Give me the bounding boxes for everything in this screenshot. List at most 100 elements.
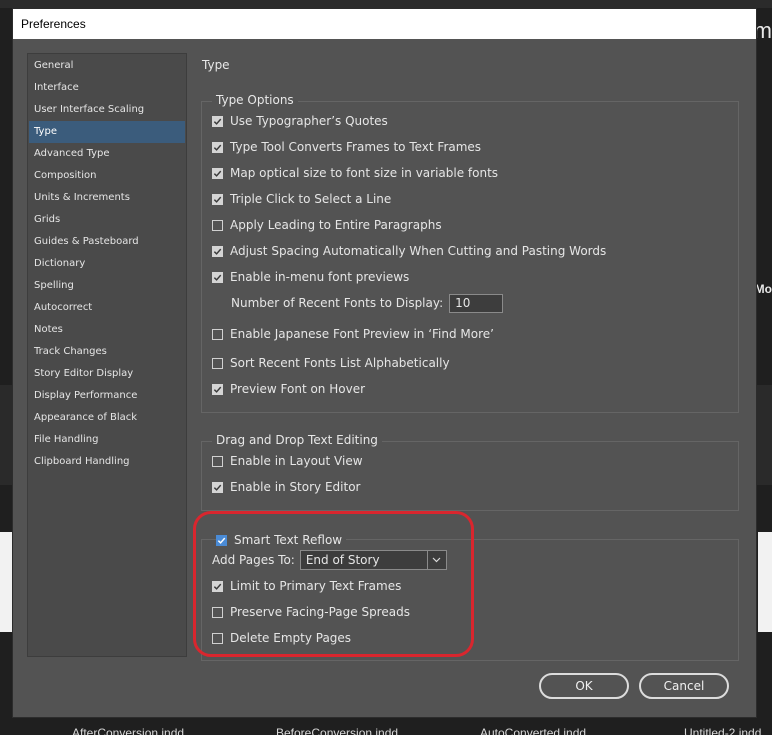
sidebar-item-autocorrect[interactable]: Autocorrect (29, 297, 185, 319)
checkbox-label: Limit to Primary Text Frames (230, 579, 402, 593)
sidebar-item-dictionary[interactable]: Dictionary (29, 253, 185, 275)
checkbox-label: Enable in Layout View (230, 454, 363, 468)
smart-reflow-group: Smart Text Reflow Add Pages To: End of S… (201, 530, 739, 661)
sidebar-item-type[interactable]: Type (29, 121, 185, 143)
sidebar-item-user-interface-scaling[interactable]: User Interface Scaling (29, 99, 185, 121)
sidebar-item-interface[interactable]: Interface (29, 77, 185, 99)
preferences-dialog: Preferences General Interface User Interfa… (12, 8, 757, 718)
checkbox-row[interactable]: Adjust Spacing Automatically When Cuttin… (212, 241, 606, 261)
file-tab[interactable]: AutoConverted.indd (480, 726, 586, 735)
recent-fonts-row: Number of Recent Fonts to Display: (231, 293, 504, 313)
checkbox-unchecked[interactable] (212, 606, 223, 618)
app-page-thumbnail-right (758, 532, 772, 632)
checkbox-label: Use Typographer’s Quotes (230, 114, 388, 128)
sidebar-item-track-changes[interactable]: Track Changes (29, 341, 185, 363)
checkbox-row[interactable]: Limit to Primary Text Frames (212, 576, 401, 596)
smart-reflow-label: Smart Text Reflow (234, 533, 343, 547)
checkbox-unchecked[interactable] (212, 455, 223, 467)
type-options-legend: Type Options (212, 93, 298, 107)
checkbox-row[interactable]: Delete Empty Pages (212, 628, 351, 648)
sidebar-item-composition[interactable]: Composition (29, 165, 185, 187)
chevron-down-icon[interactable] (426, 551, 446, 569)
checkbox-checked[interactable] (212, 193, 223, 205)
check-icon (213, 484, 222, 491)
drag-drop-group: Drag and Drop Text Editing Enable in Lay… (201, 433, 739, 511)
checkbox-row[interactable]: Triple Click to Select a Line (212, 189, 391, 209)
checkbox-row[interactable]: Type Tool Converts Frames to Text Frames (212, 137, 481, 157)
checkbox-unchecked[interactable] (212, 219, 223, 231)
checkbox-row[interactable]: Enable in Layout View (212, 451, 363, 471)
check-icon (217, 537, 226, 544)
checkbox-unchecked[interactable] (212, 328, 223, 340)
file-tab[interactable]: AfterConversion.indd (72, 726, 184, 735)
app-background-top (0, 0, 772, 8)
sidebar-item-appearance-of-black[interactable]: Appearance of Black (29, 407, 185, 429)
checkbox-label: Enable in-menu font previews (230, 270, 410, 284)
checkbox-row[interactable]: Sort Recent Fonts List Alphabetically (212, 353, 450, 373)
sidebar-item-units-increments[interactable]: Units & Increments (29, 187, 185, 209)
sidebar-item-file-handling[interactable]: File Handling (29, 429, 185, 451)
check-icon (213, 248, 222, 255)
add-pages-row: Add Pages To: End of Story (212, 550, 447, 570)
dialog-title: Preferences (13, 9, 756, 39)
checkbox-row[interactable]: Map optical size to font size in variabl… (212, 163, 498, 183)
checkbox-checked[interactable] (212, 383, 223, 395)
smart-reflow-row[interactable]: Smart Text Reflow (216, 530, 347, 550)
checkbox-checked[interactable] (212, 580, 223, 592)
preferences-sidebar: General Interface User Interface Scaling Ty… (27, 53, 187, 657)
checkbox-checked[interactable] (212, 167, 223, 179)
checkbox-label: Sort Recent Fonts List Alphabetically (230, 356, 450, 370)
checkbox-label: Triple Click to Select a Line (230, 192, 392, 206)
checkbox-checked[interactable] (212, 141, 223, 153)
checkbox-label: Delete Empty Pages (230, 631, 352, 645)
checkbox-unchecked[interactable] (212, 357, 223, 369)
checkbox-row[interactable]: Apply Leading to Entire Paragraphs (212, 215, 442, 235)
checkbox-label: Enable Japanese Font Preview in ‘Find Mo… (230, 327, 494, 341)
checkbox-row[interactable]: Enable in Story Editor (212, 477, 360, 497)
drag-drop-legend: Drag and Drop Text Editing (212, 433, 382, 447)
checkbox-row[interactable]: Enable in-menu font previews (212, 267, 409, 287)
recent-fonts-input[interactable] (449, 293, 504, 313)
sidebar-item-guides-pasteboard[interactable]: Guides & Pasteboard (29, 231, 185, 253)
sidebar-item-display-performance[interactable]: Display Performance (29, 385, 185, 407)
checkbox-row[interactable]: Enable Japanese Font Preview in ‘Find Mo… (212, 324, 494, 344)
checkbox-checked[interactable] (212, 115, 223, 127)
checkbox-label: Type Tool Converts Frames to Text Frames (230, 140, 482, 154)
app-file-tabs: AfterConversion.indd BeforeConversion.in… (0, 722, 772, 735)
checkbox-checked[interactable] (212, 245, 223, 257)
check-icon (213, 583, 222, 590)
file-tab[interactable]: Untitled-2.indd (684, 726, 761, 735)
check-icon (213, 386, 222, 393)
checkbox-label: Apply Leading to Entire Paragraphs (230, 218, 442, 232)
preferences-content: Type Type Options Use Typographer’s Quot… (201, 53, 746, 661)
smart-reflow-checkbox[interactable] (216, 534, 227, 546)
add-pages-select[interactable]: End of Story (299, 550, 447, 570)
check-icon (213, 196, 222, 203)
sidebar-item-grids[interactable]: Grids (29, 209, 185, 231)
sidebar-item-advanced-type[interactable]: Advanced Type (29, 143, 185, 165)
checkbox-checked[interactable] (212, 271, 223, 283)
checkbox-label: Map optical size to font size in variabl… (230, 166, 499, 180)
type-options-group: Type Options Use Typographer’s Quotes Typ… (201, 93, 739, 413)
sidebar-item-story-editor-display[interactable]: Story Editor Display (29, 363, 185, 385)
checkbox-label: Preserve Facing-Page Spreads (230, 605, 410, 619)
file-tab[interactable]: BeforeConversion.indd (276, 726, 398, 735)
sidebar-item-notes[interactable]: Notes (29, 319, 185, 341)
check-icon (213, 274, 222, 281)
app-right-label: Mo (754, 282, 772, 296)
checkbox-checked[interactable] (212, 481, 223, 493)
sidebar-item-clipboard-handling[interactable]: Clipboard Handling (29, 451, 185, 473)
cancel-button[interactable]: Cancel (639, 673, 729, 699)
checkbox-unchecked[interactable] (212, 632, 223, 644)
checkbox-row[interactable]: Preserve Facing-Page Spreads (212, 602, 410, 622)
add-pages-label: Add Pages To: (212, 553, 295, 567)
sidebar-item-general[interactable]: General (29, 55, 185, 77)
checkbox-label: Preview Font on Hover (230, 382, 366, 396)
ok-button[interactable]: OK (539, 673, 629, 699)
sidebar-item-spelling[interactable]: Spelling (29, 275, 185, 297)
checkbox-row[interactable]: Preview Font on Hover (212, 379, 365, 399)
check-icon (213, 144, 222, 151)
checkbox-label: Adjust Spacing Automatically When Cuttin… (230, 244, 607, 258)
add-pages-value: End of Story (305, 553, 380, 567)
checkbox-row[interactable]: Use Typographer’s Quotes (212, 111, 388, 131)
